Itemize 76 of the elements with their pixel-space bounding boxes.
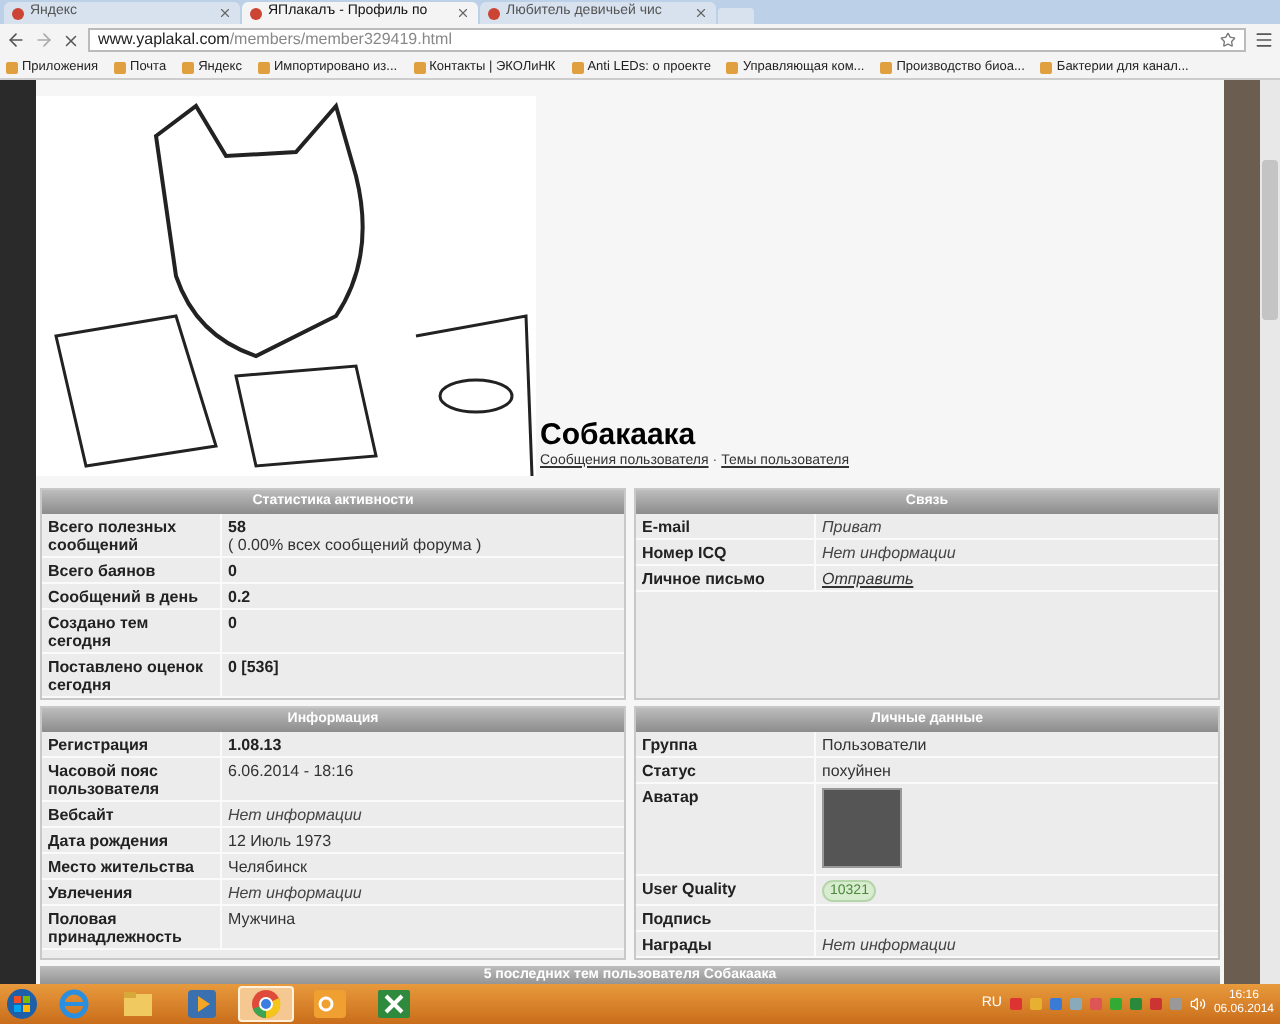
bookmark-favicon-icon [880, 61, 893, 73]
spreadsheet-icon [378, 990, 410, 1018]
volume-icon[interactable] [1189, 996, 1206, 1012]
stop-icon[interactable] [62, 31, 80, 49]
field-value: 6.06.2014 - 18:16 [228, 762, 354, 780]
field-note: ( 0.00% всех сообщений форума ) [228, 536, 482, 554]
field-value: Нет информации [228, 884, 362, 902]
browser-e-icon [58, 988, 90, 1020]
field-label: Дата рождения [48, 830, 169, 850]
field-label: Всего полезных сообщений [48, 516, 179, 554]
bookmark-favicon-icon [114, 61, 127, 73]
field-label: Половая принадлежность [48, 908, 184, 946]
field-value: 1.08.13 [228, 736, 282, 754]
field-label: Часовой пояс пользователя [48, 760, 162, 798]
url-host: www.yaplakal.com [98, 28, 230, 52]
field-label: Вебсайт [48, 804, 114, 824]
field-label: Аватар [642, 786, 699, 806]
scrollbar[interactable] [1260, 80, 1280, 984]
field-label: Статус [642, 760, 696, 780]
close-icon[interactable] [694, 6, 708, 20]
back-icon[interactable] [6, 30, 26, 50]
chrome-icon [250, 988, 282, 1020]
field-value: Приват [822, 518, 882, 536]
field-label: Увлечения [48, 882, 133, 902]
bookmark-favicon-icon [726, 61, 739, 73]
field-label: Личное письмо [642, 568, 765, 588]
folder-icon [122, 990, 154, 1018]
favicon-icon [12, 7, 24, 19]
send-message-link[interactable]: Отправить [822, 570, 914, 588]
start-orb-icon[interactable] [6, 988, 38, 1020]
bookmark-favicon-icon [571, 61, 584, 73]
field-label: Подпись [642, 908, 712, 928]
address-field[interactable]: www.yaplakal.com/members/member329419.html [88, 28, 1246, 52]
field-label: Сообщений в день [48, 586, 198, 606]
field-label: Номер ICQ [642, 542, 727, 562]
field-label: E-mail [642, 516, 691, 536]
bookmark-favicon-icon [413, 61, 426, 73]
field-label: Поставлено оценок сегодня [48, 656, 206, 694]
menu-icon[interactable] [1254, 30, 1274, 50]
bookmark-favicon-icon [257, 61, 270, 73]
close-icon[interactable] [218, 6, 232, 20]
field-value: похуйнен [822, 762, 891, 780]
bookmark-favicon-icon [182, 61, 195, 73]
field-label: User Quality [642, 878, 737, 898]
field-value: 12 Июль 1973 [228, 832, 332, 850]
field-value: 0 [536] [228, 658, 279, 676]
field-value: Мужчина [228, 910, 296, 928]
taskbar-app[interactable] [238, 986, 294, 1022]
field-value: Челябинск [228, 858, 307, 876]
field-value: 0.2 [228, 588, 251, 606]
forward-icon[interactable] [34, 30, 54, 50]
favicon-icon [250, 7, 262, 19]
field-value: 0 [228, 562, 237, 580]
avatar-photo-placeholder [822, 788, 902, 868]
url-path: /members/member329419.html [229, 28, 452, 52]
field-value: 0 [228, 614, 237, 632]
field-label: Группа [642, 734, 698, 754]
field-value: Нет информации [228, 806, 362, 824]
bookmark-star-icon[interactable] [1220, 32, 1236, 48]
mail-app-icon [314, 990, 346, 1018]
field-value: Пользователи [822, 736, 927, 754]
field-label: Регистрация [48, 734, 149, 754]
field-value: Нет информации [822, 936, 956, 954]
username-title: Собакаака [540, 419, 698, 451]
bookmark-favicon-icon [1040, 61, 1053, 73]
close-icon[interactable] [456, 6, 470, 20]
field-label: Всего баянов [48, 560, 156, 580]
field-value: 58 [228, 518, 248, 536]
bookmark-favicon-icon [6, 61, 18, 73]
field-label: Награды [642, 934, 712, 954]
field-value: Нет информации [822, 544, 956, 562]
play-icon [188, 990, 216, 1018]
field-label: Создано тем сегодня [48, 612, 151, 650]
scrollbar-thumb[interactable] [1262, 160, 1278, 320]
field-label: Место жительства [48, 856, 194, 876]
favicon-icon [488, 7, 500, 19]
